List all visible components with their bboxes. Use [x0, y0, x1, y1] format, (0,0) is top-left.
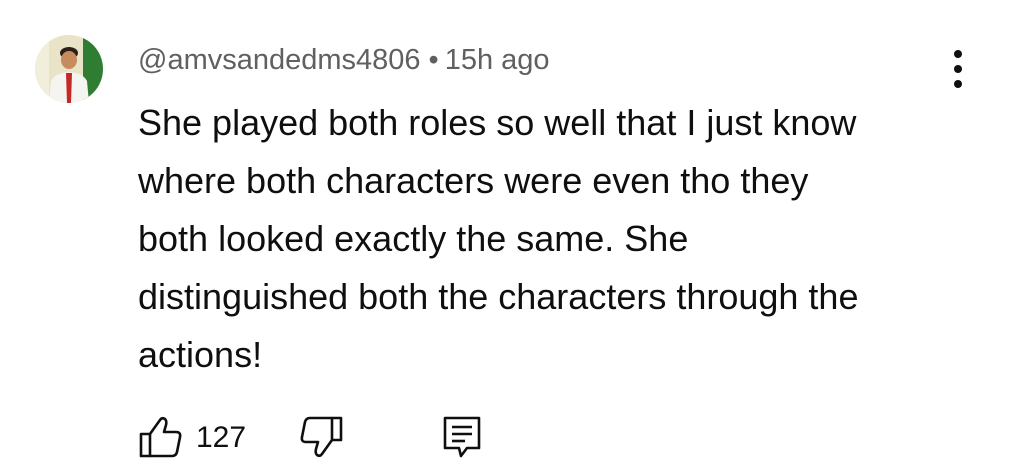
comment-line: She played both roles so well that I jus… [138, 102, 857, 143]
avatar-photo [35, 35, 103, 103]
comment-line: both looked exactly the same. She [138, 218, 689, 259]
dislike-button[interactable] [298, 414, 344, 460]
like-button[interactable] [138, 414, 184, 460]
more-vert-icon[interactable] [940, 44, 976, 94]
comment-text: She played both roles so well that I jus… [138, 94, 958, 384]
reply-button[interactable] [441, 414, 483, 460]
comment-line: actions! [138, 334, 263, 375]
comment-author[interactable]: @amvsandedms4806 [138, 44, 421, 76]
comment-line: distinguished both the characters throug… [138, 276, 859, 317]
comment-timestamp: 15h ago [444, 44, 550, 76]
like-count: 127 [196, 421, 247, 454]
meta-separator: • [428, 44, 439, 76]
avatar[interactable] [35, 35, 103, 103]
thumbs-up-icon [139, 416, 182, 458]
comment-line: where both characters were even tho they [138, 160, 809, 201]
comment-meta: @amvsandedms4806 • 15h ago [138, 40, 550, 80]
thumbs-down-icon [300, 416, 343, 458]
comment-reply-icon [443, 416, 481, 458]
